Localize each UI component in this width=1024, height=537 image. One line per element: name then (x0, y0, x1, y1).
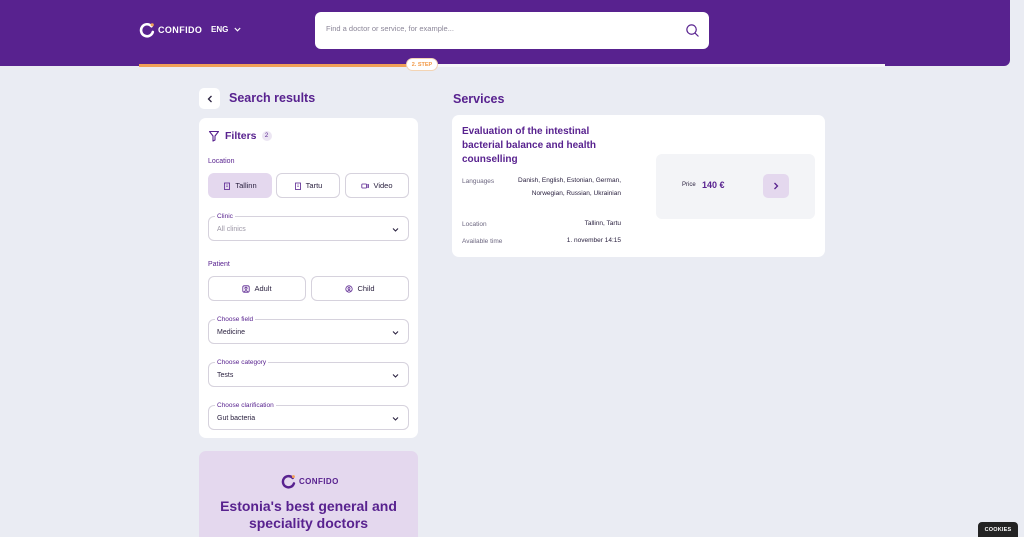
video-icon (361, 183, 370, 188)
field-select-value: Medicine (217, 329, 246, 336)
patient-option-label: Child (357, 284, 375, 293)
price-value: 140 € (702, 180, 725, 190)
promo-banner: CONFIDO Estonia's best general and speci… (199, 451, 418, 537)
filter-count-badge: 2 (261, 131, 272, 141)
chevron-down-icon (392, 228, 399, 232)
promo-title: Estonia's best general and speciality do… (220, 498, 397, 531)
location-option-video[interactable]: Video (345, 173, 409, 198)
languages-value: Danish, English, Estonian, German, Norwe… (518, 177, 621, 197)
chevron-down-icon (392, 331, 399, 335)
clinic-select-value: All clinics (217, 226, 246, 233)
filters-title: Filters (225, 130, 257, 142)
language-selector[interactable]: ENG (211, 25, 241, 34)
location-option-tartu[interactable]: Tartu (276, 173, 340, 198)
field-select-label: Choose field (215, 316, 256, 323)
location-value: Tallinn, Tartu (584, 220, 621, 227)
field-select[interactable]: Choose field Medicine (208, 316, 409, 344)
category-select-value: Tests (217, 372, 234, 379)
clinic-select[interactable]: Clinic All clinics (208, 213, 409, 241)
available-time-label: Available time (462, 238, 503, 245)
service-name[interactable]: Evaluation of the intestinal bacterial b… (462, 125, 627, 167)
patient-label: Patient (208, 261, 230, 268)
clinic-select-label: Clinic (215, 213, 235, 220)
filter-icon (208, 130, 220, 142)
patient-option-child[interactable]: Child (311, 276, 409, 301)
category-select-label: Choose category (215, 359, 269, 366)
progress-fill (139, 64, 408, 67)
available-time-value: 1. november 14:15 (566, 237, 621, 244)
service-card[interactable]: Evaluation of the intestinal bacterial b… (452, 115, 825, 257)
languages-label: Languages (462, 178, 495, 185)
progress-bar (139, 64, 885, 67)
confido-logo[interactable]: CONFIDO (139, 22, 202, 38)
filters-header: Filters 2 (208, 130, 272, 142)
chevron-down-icon (392, 374, 399, 378)
language-label: ENG (211, 25, 229, 34)
search-icon[interactable] (685, 23, 700, 38)
confido-logo-icon (139, 23, 155, 38)
location-option-label: Video (373, 181, 393, 190)
open-service-button[interactable] (763, 174, 789, 198)
category-select[interactable]: Choose category Tests (208, 359, 409, 387)
step-badge: 2. STEP (406, 58, 438, 71)
back-arrow-icon (207, 95, 212, 102)
person-icon (242, 284, 251, 293)
price-box: Price 140 € (656, 154, 815, 219)
chevron-down-icon (392, 417, 399, 421)
cookies-button[interactable]: COOKIES (978, 522, 1018, 537)
arrow-right-icon (774, 182, 779, 190)
logo-text: CONFIDO (158, 25, 203, 35)
search-bar (315, 12, 709, 49)
building-icon (224, 182, 231, 190)
promo-logo-text: CONFIDO (299, 477, 339, 486)
location-label: Location (462, 221, 487, 228)
services-title: Services (453, 92, 505, 106)
chevron-down-icon (234, 27, 241, 32)
confido-logo-icon (281, 474, 296, 489)
page-title: Search results (229, 91, 316, 105)
clarification-select-value: Gut bacteria (217, 415, 256, 422)
price-label: Price (682, 182, 696, 188)
filters-panel: Filters 2 Location Tallinn Tartu Video C… (199, 118, 418, 438)
patient-option-label: Adult (254, 284, 272, 293)
location-label: Location (208, 158, 235, 165)
patient-option-adult[interactable]: Adult (208, 276, 306, 301)
back-button[interactable] (199, 88, 220, 109)
location-option-label: Tallinn (235, 181, 257, 190)
promo-logo: CONFIDO (281, 474, 339, 489)
clarification-select[interactable]: Choose clarification Gut bacteria (208, 402, 409, 430)
top-navigation-bar: CONFIDO ENG (0, 0, 1010, 66)
building-icon (294, 182, 301, 190)
search-input[interactable] (326, 24, 676, 33)
location-option-label: Tartu (305, 181, 323, 190)
location-option-tallinn[interactable]: Tallinn (208, 173, 272, 198)
child-icon (345, 284, 354, 293)
clarification-select-label: Choose clarification (215, 402, 276, 409)
